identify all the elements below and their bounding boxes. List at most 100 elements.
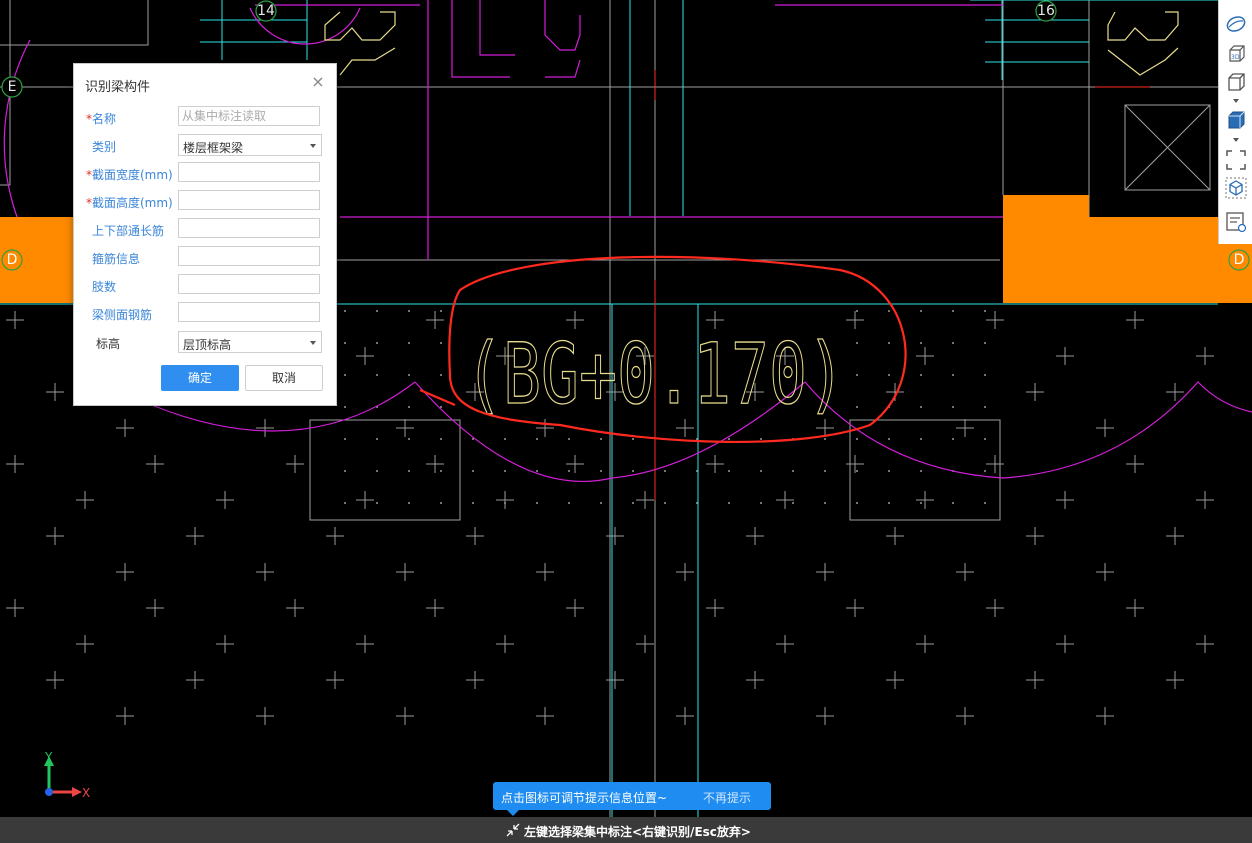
grid-dot <box>408 342 410 344</box>
field-width-row: *截面宽度(mm) <box>74 162 336 184</box>
grid-dot <box>792 502 794 504</box>
grid-dot <box>632 438 634 440</box>
grid-dot <box>760 438 762 440</box>
grid-dot <box>856 342 858 344</box>
collapse-arrows-icon[interactable] <box>505 822 521 838</box>
grid-dot <box>856 438 858 440</box>
grid-dot <box>408 406 410 408</box>
section-height-input[interactable] <box>178 190 320 210</box>
grid-label-d-left: D <box>6 252 18 268</box>
grid-dot <box>664 502 666 504</box>
grid-dot <box>984 310 986 312</box>
grid-dot <box>952 438 954 440</box>
sphere-view-icon[interactable] <box>1224 12 1248 36</box>
grid-dot <box>408 438 410 440</box>
grid-dot <box>504 502 506 504</box>
3d-view-icon[interactable]: 3D <box>1224 42 1248 66</box>
grid-dot <box>376 502 378 504</box>
field-name-label: *名称 <box>86 112 117 126</box>
grid-dot <box>856 470 858 472</box>
axis-x-label: X <box>82 786 90 800</box>
field-width-label: *截面宽度(mm) <box>86 168 173 182</box>
grid-dot <box>600 470 602 472</box>
grid-dot <box>888 374 890 376</box>
field-stirrup-row: 箍筋信息 <box>74 246 336 268</box>
annotation-text: (BG+0.170) <box>465 325 845 423</box>
section-width-input[interactable] <box>178 162 320 182</box>
grid-dot <box>504 470 506 472</box>
grid-dot <box>728 438 730 440</box>
dont-show-again-link[interactable]: 不再提示 <box>703 789 751 806</box>
grid-dot <box>760 502 762 504</box>
layer-list-icon[interactable] <box>1224 210 1248 234</box>
grid-dot <box>888 502 890 504</box>
category-select[interactable]: 楼层框架梁 <box>178 134 322 156</box>
legs-input[interactable] <box>178 274 320 294</box>
name-input[interactable] <box>178 106 320 126</box>
3d-label: 3D <box>1231 54 1240 61</box>
hint-tooltip[interactable]: 点击图标可调节提示信息位置~ 不再提示 <box>493 782 771 816</box>
grid-label-d-right: D <box>1233 252 1245 268</box>
grid-dot <box>888 470 890 472</box>
view-toolbar: 3D <box>1218 0 1252 244</box>
field-category-row: 类别 楼层框架梁 <box>74 134 336 156</box>
grid-dot <box>824 438 826 440</box>
grid-dot <box>344 374 346 376</box>
identify-beam-dialog[interactable]: 识别梁构件 × *名称 类别 楼层框架梁 *截面宽度(mm) *截面高度(mm)… <box>73 63 337 406</box>
grid-dot <box>920 438 922 440</box>
status-bar: 左键选择梁集中标注<右键识别/Esc放弃> <box>0 817 1252 843</box>
close-icon[interactable]: × <box>310 74 326 90</box>
chevron-down-icon <box>310 144 316 148</box>
grid-dot <box>344 310 346 312</box>
axis-y-label: Y <box>44 750 53 764</box>
cube-view-icon[interactable] <box>1224 70 1248 94</box>
grid-dot <box>984 374 986 376</box>
side-rebar-input[interactable] <box>178 302 320 322</box>
field-sidebar-label: 梁侧面钢筋 <box>92 308 153 322</box>
grid-label-16: 16 <box>1037 3 1055 19</box>
status-prompt: 左键选择梁集中标注<右键识别/Esc放弃> <box>524 825 751 839</box>
grid-dot <box>632 470 634 472</box>
grid-label-e: E <box>7 79 17 95</box>
grid-dot <box>376 438 378 440</box>
grid-dot <box>376 374 378 376</box>
grid-dot <box>600 502 602 504</box>
solid-cube-icon[interactable] <box>1224 108 1248 132</box>
grid-dot <box>440 406 442 408</box>
beam-annotation[interactable]: (BG+0.170) <box>464 324 845 423</box>
grid-dot <box>408 470 410 472</box>
chevron-down-icon[interactable] <box>1233 138 1239 142</box>
grid-dot <box>920 342 922 344</box>
field-legs-label: 肢数 <box>92 280 117 294</box>
stirrup-input[interactable] <box>178 246 320 266</box>
grid-dot <box>536 502 538 504</box>
elevation-value: 层顶标高 <box>183 338 232 352</box>
grid-dot <box>984 438 986 440</box>
field-height-row: *截面高度(mm) <box>74 190 336 212</box>
elevation-select[interactable]: 层顶标高 <box>178 331 322 353</box>
grid-dot <box>920 502 922 504</box>
grid-dot <box>888 342 890 344</box>
field-legs-row: 肢数 <box>74 274 336 296</box>
field-elevation-row: 标高 层顶标高 <box>74 331 336 353</box>
iso-cube-icon[interactable] <box>1224 176 1248 200</box>
ok-button[interactable]: 确定 <box>161 365 239 391</box>
field-longbar-row: 上下部通长筋 <box>74 218 336 240</box>
grid-dot <box>920 406 922 408</box>
grid-dot <box>408 502 410 504</box>
continuous-bar-input[interactable] <box>178 218 320 238</box>
grid-dot <box>600 438 602 440</box>
cancel-button[interactable]: 取消 <box>245 365 323 391</box>
grid-dot <box>408 310 410 312</box>
grid-dot <box>888 310 890 312</box>
dialog-title: 识别梁构件 <box>85 80 151 95</box>
grid-dot <box>568 438 570 440</box>
chevron-down-icon[interactable] <box>1233 99 1239 103</box>
grid-dot <box>984 406 986 408</box>
grid-dot <box>888 438 890 440</box>
grid-dot <box>856 310 858 312</box>
chevron-down-icon <box>310 341 316 345</box>
fullscreen-icon[interactable] <box>1224 148 1248 172</box>
grid-dot <box>344 342 346 344</box>
grid-dot <box>856 406 858 408</box>
